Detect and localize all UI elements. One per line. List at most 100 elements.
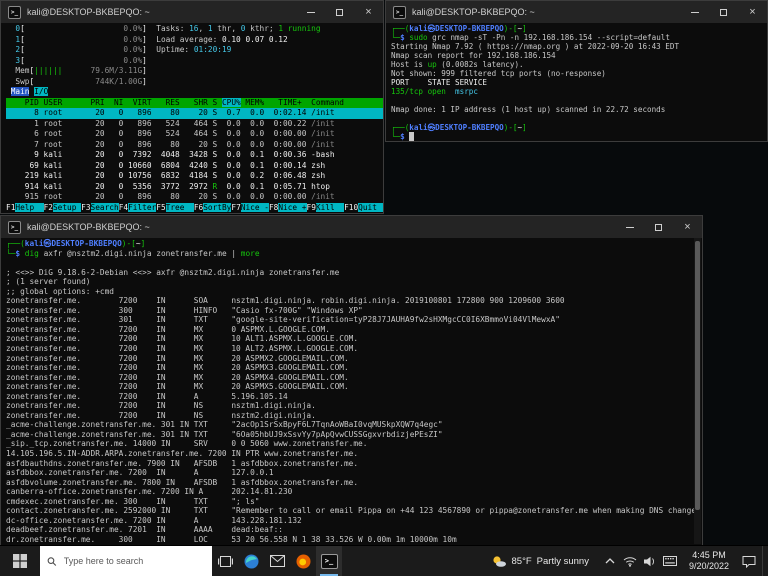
terminal-line: zonetransfer.me. 7200 IN MX 20 ASPMX2.GO…	[6, 354, 702, 364]
terminal-line: zonetransfer.me. 301 IN TXT "google-site…	[6, 315, 702, 325]
terminal-line: zonetransfer.me. 7200 IN MX 20 ASPMX5.GO…	[6, 382, 702, 392]
nmap-titlebar[interactable]: >_ kali@DESKTOP-BKBEPQO: ~ ×	[386, 1, 767, 23]
touch-keyboard-button[interactable]	[661, 546, 679, 576]
terminal-line: zonetransfer.me. 7200 IN MX 10 ALT2.ASPM…	[6, 344, 702, 354]
search-icon	[47, 556, 57, 567]
terminal-line	[6, 258, 702, 268]
terminal-line: ┌──(kali㉿DESKTOP-BKBEPQO)-[~]	[6, 239, 702, 249]
terminal-line: 219 kali 20 0 10756 6832 4184 S 0.0 0.2 …	[6, 171, 383, 182]
close-button[interactable]: ×	[354, 1, 383, 23]
terminal-line: └─$	[391, 132, 767, 141]
show-desktop-button[interactable]	[762, 546, 768, 576]
taskbar-search[interactable]	[40, 546, 212, 576]
chevron-up-icon	[604, 557, 616, 565]
start-button[interactable]	[0, 546, 40, 576]
wifi-icon	[623, 556, 637, 567]
edge-icon	[244, 554, 259, 569]
close-button[interactable]: ×	[738, 1, 767, 23]
dig-terminal-content[interactable]: ┌──(kali㉿DESKTOP-BKBEPQO)-[~]└─$ dig axf…	[1, 238, 702, 545]
terminal-line: deadbeef.zonetransfer.me. 7201 IN AAAA d…	[6, 525, 702, 535]
edge-button[interactable]	[238, 546, 264, 576]
terminal-line	[391, 96, 767, 105]
scrollbar[interactable]	[694, 238, 701, 544]
terminal-line: 9 kali 20 0 7392 4048 3428 S 0.0 0.1 0:0…	[6, 150, 383, 161]
minimize-button[interactable]	[680, 1, 709, 23]
close-icon: ×	[749, 7, 755, 18]
terminal-line: _acme-challenge.zonetransfer.me. 301 IN …	[6, 420, 702, 430]
terminal-line: 915 root 20 0 896 80 20 S 0.0 0.0 0:00.0…	[6, 192, 383, 203]
dig-titlebar[interactable]: >_ kali@DESKTOP-BKBEPQO: ~ ×	[1, 216, 702, 238]
nmap-terminal-content[interactable]: ┌──(kali㉿DESKTOP-BKBEPQO)-[~]└─$ sudo gr…	[386, 23, 767, 141]
minimize-button[interactable]	[615, 216, 644, 238]
window-title: kali@DESKTOP-BKBEPQO: ~	[27, 7, 296, 17]
terminal-app-icon: >_	[8, 6, 21, 19]
task-view-button[interactable]	[212, 546, 238, 576]
terminal-line: zonetransfer.me. 7200 IN NS nsztm1.digi.…	[6, 401, 702, 411]
terminal-line: └─$ sudo grc nmap -sT -Pn -n 192.168.186…	[391, 33, 767, 42]
terminal-line: 914 kali 20 0 5356 3772 2972 R 0.0 0.1 0…	[6, 182, 383, 193]
windows-logo-icon	[13, 554, 27, 568]
scrollbar-thumb[interactable]	[695, 241, 700, 510]
terminal-line: ┌──(kali㉿DESKTOP-BKBEPQO)-[~]	[391, 123, 767, 132]
terminal-line: asfdbbox.zonetransfer.me. 7200 IN A 127.…	[6, 468, 702, 478]
partly-sunny-icon	[491, 555, 507, 568]
maximize-button[interactable]	[325, 1, 354, 23]
terminal-line: zonetransfer.me. 7200 IN A 5.196.105.14	[6, 392, 702, 402]
hidden-icons-button[interactable]	[601, 546, 619, 576]
terminal-line: _acme-challenge.zonetransfer.me. 301 IN …	[6, 430, 702, 440]
maximize-icon	[655, 224, 662, 231]
mail-button[interactable]	[264, 546, 290, 576]
firefox-icon	[296, 554, 311, 569]
terminal-line: ┌──(kali㉿DESKTOP-BKBEPQO)-[~]	[391, 24, 767, 33]
terminal-line: 14.105.196.5.IN-ADDR.ARPA.zonetransfer.m…	[6, 449, 702, 459]
htop-terminal-content[interactable]: 0[ 0.0%] Tasks: 16, 1 thr, 0 kthr; 1 run…	[1, 23, 383, 213]
terminal-line: F1Help F2Setup F3SearchF4FilterF5Tree F6…	[6, 203, 383, 214]
search-input[interactable]	[62, 555, 205, 567]
terminal-line: zonetransfer.me. 300 IN HINFO "Casio fx-…	[6, 306, 702, 316]
terminal-line: 8 root 20 0 896 80 20 S 0.7 0.0 0:02.14 …	[6, 108, 383, 119]
clock[interactable]: 4:45 PM 9/20/2022	[682, 546, 736, 576]
weather-widget[interactable]: 85°F Partly sunny	[482, 546, 598, 576]
window-nmap: >_ kali@DESKTOP-BKBEPQO: ~ × ┌──(kali㉿DE…	[385, 0, 768, 142]
clock-date: 9/20/2022	[689, 561, 729, 572]
window-title: kali@DESKTOP-BKBEPQO: ~	[27, 222, 615, 232]
minimize-icon	[307, 12, 315, 13]
weather-condition: Partly sunny	[537, 556, 589, 567]
terminal-app-icon: >_	[393, 6, 406, 19]
action-center-icon	[742, 555, 756, 568]
terminal-line: 6 root 20 0 896 524 464 S 0.0 0.0 0:00.0…	[6, 129, 383, 140]
maximize-button[interactable]	[709, 1, 738, 23]
terminal-line: └─$ dig axfr @nsztm2.digi.ninja zonetran…	[6, 249, 702, 259]
terminal-line: Nmap done: 1 IP address (1 host up) scan…	[391, 105, 767, 114]
terminal-line: ; (1 server found)	[6, 277, 702, 287]
close-icon: ×	[684, 222, 690, 233]
close-icon: ×	[365, 7, 371, 18]
terminal-line: zonetransfer.me. 7200 IN NS nsztm2.digi.…	[6, 411, 702, 421]
terminal-line: dr.zonetransfer.me. 300 IN LOC 53 20 56.…	[6, 535, 702, 545]
terminal-line: Host is up (0.0082s latency).	[391, 60, 767, 69]
htop-titlebar[interactable]: >_ kali@DESKTOP-BKBEPQO: ~ ×	[1, 1, 383, 23]
terminal-line: _sip._tcp.zonetransfer.me. 14000 IN SRV …	[6, 439, 702, 449]
terminal-line: ;; global options: +cmd	[6, 287, 702, 297]
terminal-icon: >_	[321, 554, 338, 569]
terminal-line	[391, 114, 767, 123]
close-button[interactable]: ×	[673, 216, 702, 238]
terminal-line: 135/tcp open msrpc	[391, 87, 767, 96]
terminal-app-button[interactable]: >_	[316, 546, 342, 576]
terminal-line: 7 root 20 0 896 80 20 S 0.0 0.0 0:00.00 …	[6, 140, 383, 151]
taskbar-empty-area	[342, 546, 482, 576]
action-center-button[interactable]	[736, 546, 762, 576]
minimize-button[interactable]	[296, 1, 325, 23]
maximize-button[interactable]	[644, 216, 673, 238]
terminal-line: zonetransfer.me. 7200 IN MX 20 ASPMX4.GO…	[6, 373, 702, 383]
maximize-icon	[720, 9, 727, 16]
terminal-line: Mem[|||||| 79.6M/3.11G]	[6, 66, 383, 77]
volume-button[interactable]	[641, 546, 659, 576]
network-button[interactable]	[621, 546, 639, 576]
firefox-button[interactable]	[290, 546, 316, 576]
terminal-line: zonetransfer.me. 7200 IN SOA nsztm1.digi…	[6, 296, 702, 306]
terminal-line: Nmap scan report for 192.168.186.154	[391, 51, 767, 60]
terminal-line: zonetransfer.me. 7200 IN MX 0 ASPMX.L.GO…	[6, 325, 702, 335]
terminal-line: asfdbvolume.zonetransfer.me. 7800 IN AFS…	[6, 478, 702, 488]
clock-time: 4:45 PM	[692, 550, 726, 561]
